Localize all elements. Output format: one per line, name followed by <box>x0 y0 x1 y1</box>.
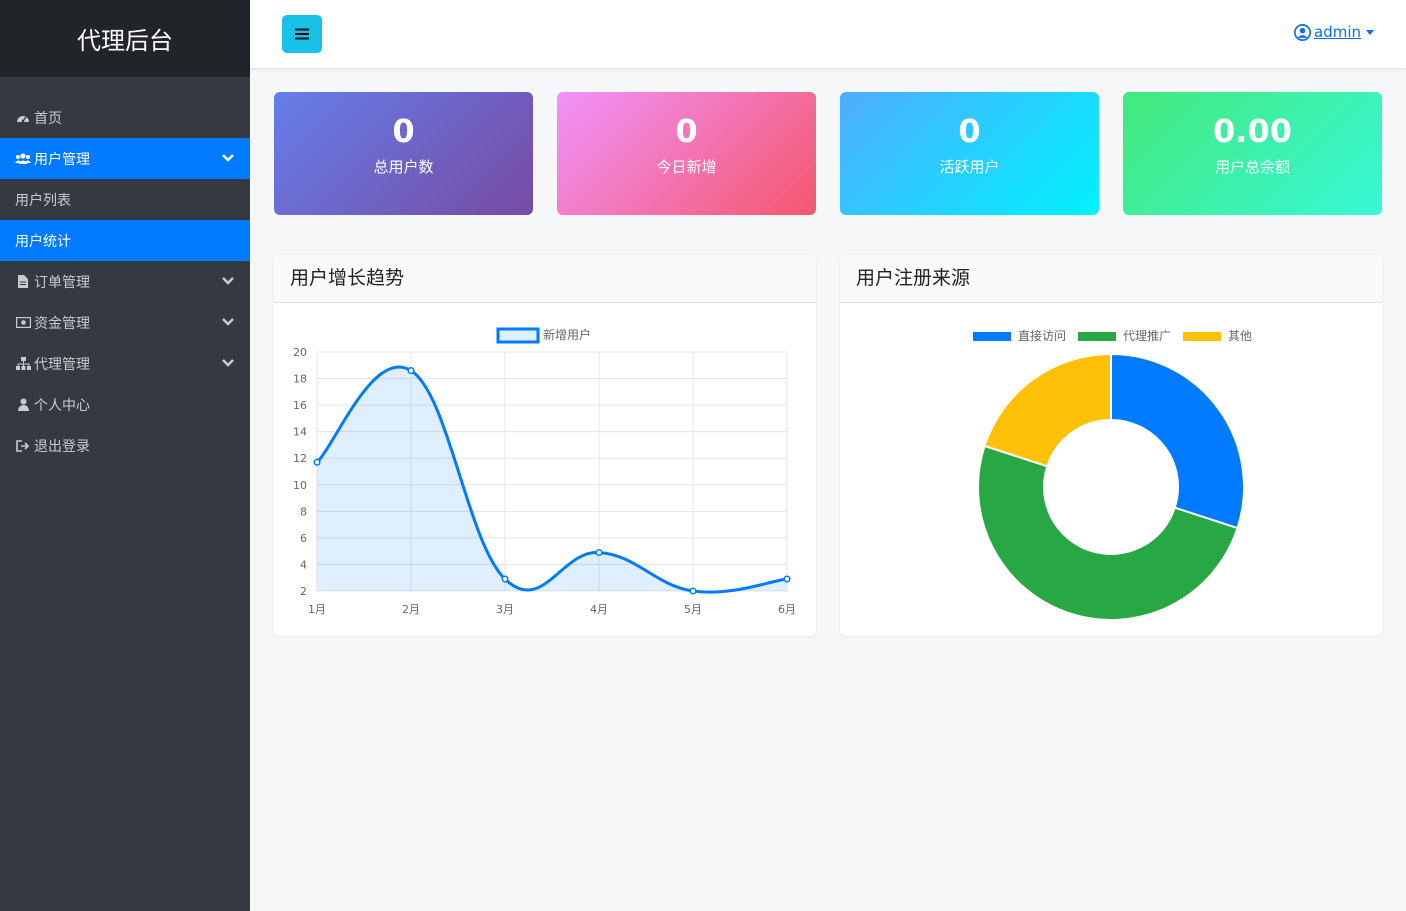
sidebar-item-label: 用户统计 <box>15 233 71 250</box>
users-icon <box>15 152 31 166</box>
money-icon <box>15 316 31 330</box>
sidebar: 代理后台 首页 用户管理 用户列表 用户统计 订单管理 资金管理 代理管理 个人… <box>0 0 250 911</box>
sidebar-item-user-stats[interactable]: 用户统计 <box>0 220 250 261</box>
chevron-down-icon <box>222 154 234 162</box>
x-tick-label: 5月 <box>684 603 702 616</box>
hamburger-icon <box>295 28 309 40</box>
sidebar-item-label: 个人中心 <box>34 397 90 414</box>
y-tick-label: 2 <box>300 585 307 598</box>
x-tick-label: 4月 <box>590 603 608 616</box>
sidebar-item-order-management[interactable]: 订单管理 <box>0 261 250 302</box>
file-icon <box>15 275 31 289</box>
stat-value: 0 <box>675 112 698 150</box>
caret-down-icon <box>1366 29 1374 35</box>
stat-card-active-users: 0 活跃用户 <box>840 92 1099 215</box>
data-point <box>501 575 509 583</box>
sidebar-item-logout[interactable]: 退出登录 <box>0 425 250 466</box>
chevron-down-icon <box>222 318 234 326</box>
chevron-down-icon <box>222 359 234 367</box>
y-tick-label: 12 <box>293 452 307 465</box>
sidebar-item-agent-management[interactable]: 代理管理 <box>0 343 250 384</box>
legend-label: 代理推广 <box>1123 329 1171 343</box>
sidebar-item-funds-management[interactable]: 资金管理 <box>0 302 250 343</box>
stat-value: 0.00 <box>1213 112 1292 150</box>
user-icon <box>15 398 31 412</box>
y-tick-label: 14 <box>293 426 307 439</box>
user-growth-panel: 用户增长趋势 2 4 6 8 10 12 14 16 18 20 1月 2月 3月 4月 5月 6月 新增用户 <box>274 255 816 636</box>
stat-value: 0 <box>958 112 981 150</box>
y-tick-label: 6 <box>300 532 307 545</box>
x-tick-label: 3月 <box>496 603 514 616</box>
series-area <box>317 366 787 593</box>
chevron-down-icon <box>222 277 234 285</box>
user-growth-chart: 2 4 6 8 10 12 14 16 18 20 1月 2月 3月 4月 5月 6月 新增用户 <box>293 327 796 616</box>
stat-card-total-users: 0 总用户数 <box>274 92 533 215</box>
y-tick-label: 16 <box>293 399 307 412</box>
sidebar-item-label: 用户列表 <box>15 192 71 209</box>
legend-swatch <box>1078 332 1116 341</box>
y-tick-label: 10 <box>293 479 307 492</box>
y-tick-label: 18 <box>293 373 307 386</box>
legend-swatch <box>1183 332 1221 341</box>
data-point <box>407 367 415 375</box>
y-tick-label: 4 <box>300 558 307 571</box>
legend-swatch <box>496 327 540 344</box>
dashboard-icon <box>15 111 31 125</box>
data-point <box>595 548 603 557</box>
stat-value: 0 <box>392 112 415 150</box>
sidebar-item-label: 退出登录 <box>34 438 90 455</box>
data-point <box>689 587 697 595</box>
sidebar-item-label: 用户管理 <box>34 151 90 168</box>
sitemap-icon <box>15 357 31 371</box>
registration-source-panel: 用户注册来源 直接访问 代理推广 其他 <box>840 255 1382 636</box>
legend-label: 直接访问 <box>1018 328 1066 343</box>
topbar: admin <box>250 0 1406 68</box>
legend-label: 新增用户 <box>543 327 591 342</box>
data-point <box>783 575 791 583</box>
sidebar-item-user-list[interactable]: 用户列表 <box>0 179 250 220</box>
sidebar-item-label: 订单管理 <box>34 274 90 291</box>
x-tick-label: 1月 <box>308 603 326 616</box>
y-tick-label: 20 <box>293 346 307 359</box>
stat-card-new-today: 0 今日新增 <box>557 92 816 215</box>
sidebar-item-user-management[interactable]: 用户管理 <box>0 138 250 179</box>
sidebar-toggle-button[interactable] <box>282 15 322 53</box>
sidebar-item-label: 首页 <box>34 110 62 127</box>
donut-slice <box>983 352 1112 468</box>
legend-swatch <box>973 332 1011 341</box>
stat-label: 用户总余额 <box>1214 158 1290 176</box>
stat-card-total-balance: 0.00 用户总余额 <box>1123 92 1382 215</box>
data-point <box>313 458 321 466</box>
sign-out-icon <box>15 439 31 453</box>
sidebar-nav: 首页 用户管理 用户列表 用户统计 订单管理 资金管理 代理管理 个人中心 退出… <box>0 97 250 466</box>
legend-label: 其他 <box>1228 329 1252 343</box>
donut-slice <box>1110 352 1245 530</box>
stat-label: 今日新增 <box>656 158 717 176</box>
x-tick-label: 2月 <box>402 603 420 616</box>
sidebar-item-profile[interactable]: 个人中心 <box>0 384 250 425</box>
panel-title: 用户增长趋势 <box>274 255 816 303</box>
username: admin <box>1314 23 1361 41</box>
y-tick-label: 8 <box>300 505 307 518</box>
sidebar-item-label: 代理管理 <box>34 356 90 373</box>
panel-title: 用户注册来源 <box>840 255 1382 303</box>
user-circle-icon <box>1294 23 1311 41</box>
sidebar-item-home[interactable]: 首页 <box>0 97 250 138</box>
sidebar-item-label: 资金管理 <box>34 315 90 332</box>
stat-label: 活跃用户 <box>939 158 1000 176</box>
x-tick-label: 6月 <box>778 603 796 616</box>
stat-label: 总用户数 <box>373 158 434 176</box>
brand-title: 代理后台 <box>0 0 250 77</box>
user-menu-dropdown[interactable]: admin <box>1294 23 1374 41</box>
registration-source-chart: 直接访问 代理推广 其他 <box>973 328 1252 621</box>
